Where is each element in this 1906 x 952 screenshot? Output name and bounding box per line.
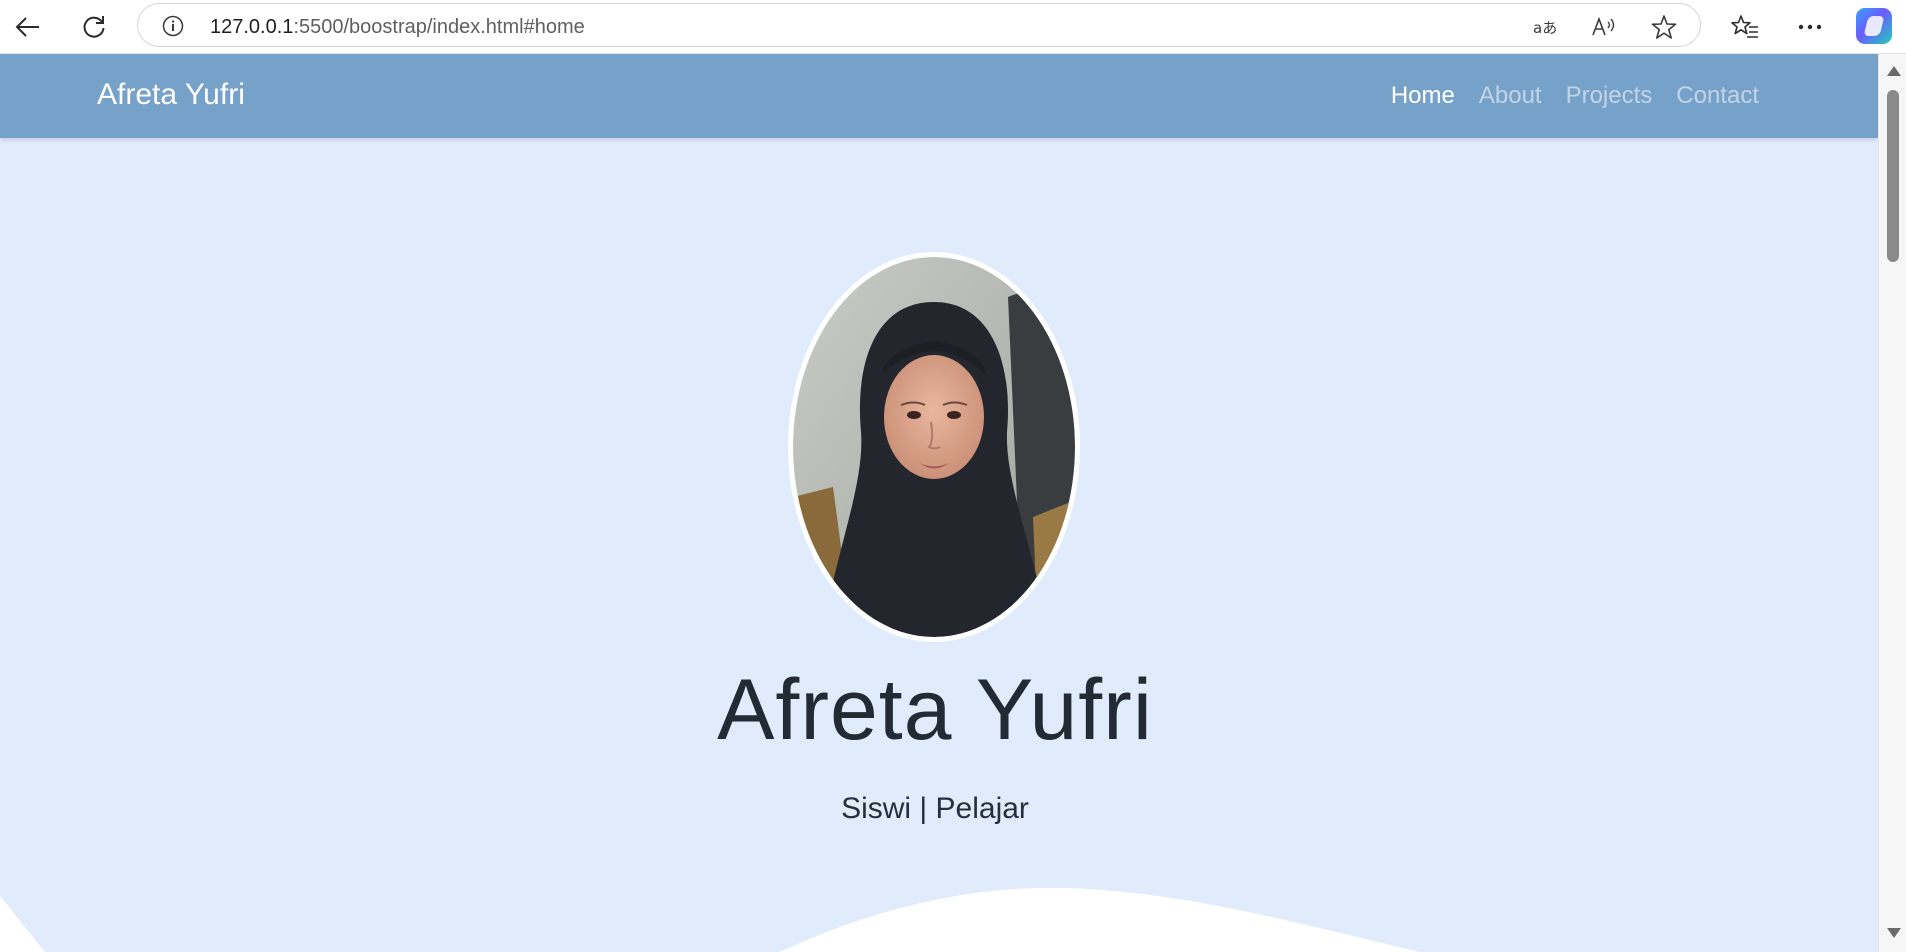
svg-text:aあ: aあ (1533, 19, 1557, 37)
hero-subtitle: Siswi | Pelajar (841, 792, 1029, 825)
nav-link-home[interactable]: Home (1391, 80, 1455, 112)
hero-name: Afreta Yufri (717, 662, 1153, 758)
url-text[interactable]: 127.0.0.1:5500/boostrap/index.html#home (210, 16, 585, 38)
scroll-down-icon[interactable] (1887, 928, 1901, 938)
more-icon[interactable] (1790, 7, 1830, 47)
read-aloud-icon[interactable] (1590, 13, 1618, 41)
url-host: 127.0.0.1 (210, 16, 294, 38)
translate-icon[interactable]: aあ (1532, 13, 1560, 41)
profile-photo-frame (788, 252, 1080, 642)
profile-photo (793, 257, 1075, 637)
nav-links: Home About Projects Contact (1391, 80, 1759, 112)
copilot-icon[interactable] (1856, 8, 1892, 44)
info-icon[interactable] (162, 15, 184, 37)
address-bar[interactable]: 127.0.0.1:5500/boostrap/index.html#home … (137, 3, 1701, 47)
navbar-brand[interactable]: Afreta Yufri (97, 76, 245, 114)
star-icon[interactable] (1650, 13, 1678, 41)
browser-toolbar: 127.0.0.1:5500/boostrap/index.html#home … (0, 0, 1906, 54)
favorites-icon[interactable] (1725, 7, 1765, 47)
wave-divider (0, 887, 1420, 952)
scroll-up-icon[interactable] (1887, 66, 1901, 76)
page-viewport: Afreta Yufri Home About Projects Contact (0, 54, 1878, 952)
navbar: Afreta Yufri Home About Projects Contact (0, 54, 1878, 138)
back-arrow-icon[interactable] (8, 7, 48, 47)
scroll-thumb[interactable] (1887, 90, 1899, 262)
url-path: :5500/boostrap/index.html#home (293, 16, 585, 38)
nav-link-about[interactable]: About (1479, 80, 1542, 112)
vertical-scrollbar[interactable] (1878, 54, 1906, 952)
refresh-icon[interactable] (74, 7, 114, 47)
nav-link-contact[interactable]: Contact (1676, 80, 1759, 112)
nav-link-projects[interactable]: Projects (1566, 80, 1653, 112)
